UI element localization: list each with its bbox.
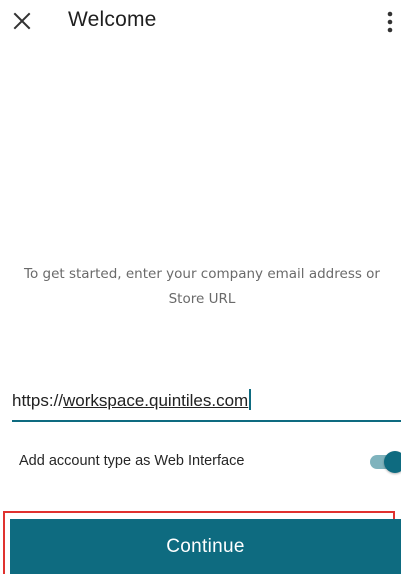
toggle-thumb bbox=[384, 451, 401, 473]
web-interface-toggle[interactable] bbox=[370, 450, 401, 474]
instructions-line-2: Store URL bbox=[168, 291, 236, 307]
close-icon bbox=[13, 12, 31, 30]
text-caret bbox=[249, 389, 252, 410]
url-host: workspace.quintiles.com bbox=[63, 391, 249, 410]
web-interface-toggle-label: Add account type as Web Interface bbox=[19, 453, 245, 469]
input-underline bbox=[12, 420, 401, 422]
more-vertical-icon bbox=[387, 11, 393, 33]
more-options-button[interactable] bbox=[380, 6, 400, 38]
instructions-text: To get started, enter your company email… bbox=[10, 262, 394, 312]
web-interface-toggle-row: Add account type as Web Interface bbox=[0, 442, 401, 482]
app-bar: Welcome bbox=[0, 0, 401, 44]
url-prefix: https:// bbox=[12, 391, 64, 410]
page-title: Welcome bbox=[68, 8, 157, 31]
instructions-line-1: To get started, enter your company email… bbox=[24, 266, 380, 282]
continue-button[interactable]: Continue bbox=[10, 519, 401, 574]
close-button[interactable] bbox=[6, 4, 38, 38]
store-url-value: https://workspace.quintiles.com bbox=[12, 389, 252, 411]
store-url-input[interactable]: https://workspace.quintiles.com bbox=[12, 386, 401, 422]
